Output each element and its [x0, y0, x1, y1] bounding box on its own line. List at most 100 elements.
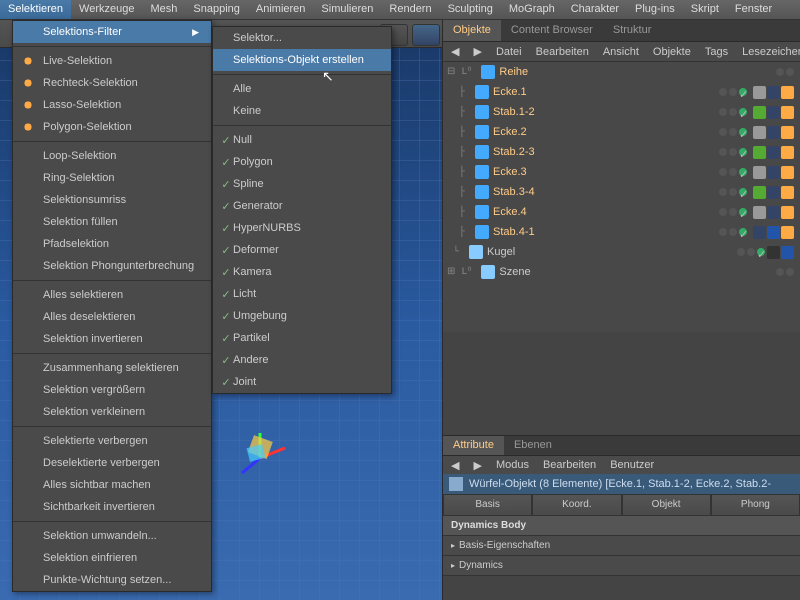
menu-item[interactable]: Alles deselektieren: [13, 306, 211, 328]
attr-btn[interactable]: Phong: [711, 494, 800, 516]
tab-objekte[interactable]: Objekte: [443, 20, 501, 41]
menu-mesh[interactable]: Mesh: [142, 0, 185, 19]
filter-kamera[interactable]: ✓Kamera: [213, 261, 391, 283]
menu-item[interactable]: Punkte-Wichtung setzen...: [13, 569, 211, 591]
submenu-item[interactable]: Alle: [213, 78, 391, 100]
nav-arrow-icon[interactable]: ◀: [451, 45, 459, 58]
menu-werkzeuge[interactable]: Werkzeuge: [71, 0, 142, 19]
menu-item[interactable]: Sichtbarkeit invertieren: [13, 496, 211, 518]
menu-skript[interactable]: Skript: [683, 0, 727, 19]
object-row[interactable]: ├ Ecke.3✓: [443, 162, 800, 182]
main-menubar[interactable]: SelektierenWerkzeugeMeshSnappingAnimiere…: [0, 0, 800, 20]
filter-null[interactable]: ✓Null: [213, 129, 391, 151]
attr-menubar[interactable]: ◀ ▶ Modus Bearbeiten Benutzer: [443, 456, 800, 474]
selektieren-menu[interactable]: Selektions-Filter▶ Live-SelektionRechteck…: [12, 20, 212, 592]
filter-generator[interactable]: ✓Generator: [213, 195, 391, 217]
filter-polygon[interactable]: ✓Polygon: [213, 151, 391, 173]
menu-item[interactable]: Selektion invertieren: [13, 328, 211, 350]
objbar-item[interactable]: Ansicht: [603, 46, 639, 58]
menu-plug-ins[interactable]: Plug-ins: [627, 0, 683, 19]
object-row[interactable]: ├ Stab.2-3✓: [443, 142, 800, 162]
object-row[interactable]: ├ Ecke.2✓: [443, 122, 800, 142]
selektions-filter-submenu[interactable]: Selektor...Selektions-Objekt erstellen Al…: [212, 26, 392, 394]
attr-btn[interactable]: Koord.: [532, 494, 621, 516]
object-row[interactable]: ├ Stab.3-4✓: [443, 182, 800, 202]
selektions-filter-item[interactable]: Selektions-Filter▶: [13, 21, 211, 43]
nav-arrow-icon[interactable]: ▶: [473, 45, 481, 58]
object-row[interactable]: ├ Stab.1-2✓: [443, 102, 800, 122]
menu-item[interactable]: Pfadselektion: [13, 233, 211, 255]
attr-button-row[interactable]: BasisKoord.ObjektPhong: [443, 494, 800, 516]
menu-item[interactable]: Live-Selektion: [13, 50, 211, 72]
attr-tabs[interactable]: AttributeEbenen: [443, 436, 800, 456]
object-row[interactable]: ├ Stab.4-1✓: [443, 222, 800, 242]
filter-umgebung[interactable]: ✓Umgebung: [213, 305, 391, 327]
filter-deformer[interactable]: ✓Deformer: [213, 239, 391, 261]
filter-joint[interactable]: ✓Joint: [213, 371, 391, 393]
objbar-item[interactable]: Tags: [705, 46, 728, 58]
attr-section[interactable]: ▸Basis-Eigenschaften: [443, 536, 800, 556]
objbar-item[interactable]: Bearbeiten: [536, 46, 589, 58]
menu-item[interactable]: Selektion vergrößern: [13, 379, 211, 401]
attr-tab[interactable]: Attribute: [443, 436, 504, 455]
menu-item[interactable]: Selektion Phongunterbrechung: [13, 255, 211, 277]
menu-item[interactable]: Polygon-Selektion: [13, 116, 211, 138]
menu-item[interactable]: Selektion verkleinern: [13, 401, 211, 423]
nav-arrow-icon[interactable]: ▶: [473, 459, 481, 472]
object-row[interactable]: ⊟ L⁰ Reihe: [443, 62, 800, 82]
menu-item[interactable]: Deselektierte verbergen: [13, 452, 211, 474]
objbar-item[interactable]: Objekte: [653, 46, 691, 58]
attr-section[interactable]: ▸Dynamics: [443, 556, 800, 576]
menu-mograph[interactable]: MoGraph: [501, 0, 563, 19]
menu-item[interactable]: Selektierte verbergen: [13, 430, 211, 452]
filter-spline[interactable]: ✓Spline: [213, 173, 391, 195]
attrbar-item[interactable]: Bearbeiten: [543, 459, 596, 471]
menu-item[interactable]: Rechteck-Selektion: [13, 72, 211, 94]
menu-selektieren[interactable]: Selektieren: [0, 0, 71, 19]
tab-content browser[interactable]: Content Browser: [501, 20, 603, 41]
object-row[interactable]: ⊞ L⁰ Szene: [443, 262, 800, 282]
object-menubar[interactable]: ◀ ▶ Datei Bearbeiten Ansicht Objekte Tags Lesez…: [443, 42, 800, 62]
submenu-item[interactable]: Selektor...: [213, 27, 391, 49]
objbar-item[interactable]: Lesezeichen: [742, 46, 800, 58]
axis-gizmo[interactable]: [230, 428, 290, 488]
menu-fenster[interactable]: Fenster: [727, 0, 780, 19]
submenu-item[interactable]: Selektions-Objekt erstellen: [213, 49, 391, 71]
menu-simulieren[interactable]: Simulieren: [313, 0, 381, 19]
object-tree[interactable]: ⊟ L⁰ Reihe ├ Ecke.1✓ ├ Stab.1-2✓ ├ Ecke.…: [443, 62, 800, 332]
object-row[interactable]: └ Kugel✓: [443, 242, 800, 262]
filter-partikel[interactable]: ✓Partikel: [213, 327, 391, 349]
dynamics-body-header[interactable]: Dynamics Body: [443, 516, 800, 536]
menu-charakter[interactable]: Charakter: [563, 0, 627, 19]
menu-item[interactable]: Zusammenhang selektieren: [13, 357, 211, 379]
submenu-item[interactable]: Keine: [213, 100, 391, 122]
filter-hypernurbs[interactable]: ✓HyperNURBS: [213, 217, 391, 239]
attrbar-item[interactable]: Benutzer: [610, 459, 654, 471]
tool-icon[interactable]: [412, 24, 440, 46]
menu-item[interactable]: Ring-Selektion: [13, 167, 211, 189]
attr-tab[interactable]: Ebenen: [504, 436, 562, 455]
attrbar-item[interactable]: Modus: [496, 459, 529, 471]
menu-item[interactable]: Selektion füllen: [13, 211, 211, 233]
menu-item[interactable]: Alles selektieren: [13, 284, 211, 306]
menu-item[interactable]: Lasso-Selektion: [13, 94, 211, 116]
menu-item[interactable]: Selektionsumriss: [13, 189, 211, 211]
menu-sculpting[interactable]: Sculpting: [440, 0, 501, 19]
filter-andere[interactable]: ✓Andere: [213, 349, 391, 371]
object-row[interactable]: ├ Ecke.4✓: [443, 202, 800, 222]
menu-item[interactable]: Selektion einfrieren: [13, 547, 211, 569]
menu-item[interactable]: Alles sichtbar machen: [13, 474, 211, 496]
menu-animieren[interactable]: Animieren: [248, 0, 314, 19]
menu-item[interactable]: Selektion umwandeln...: [13, 525, 211, 547]
menu-rendern[interactable]: Rendern: [381, 0, 439, 19]
objbar-item[interactable]: Datei: [496, 46, 522, 58]
tab-struktur[interactable]: Struktur: [603, 20, 662, 41]
object-panel-tabs[interactable]: ObjekteContent BrowserStruktur: [443, 20, 800, 42]
attr-btn[interactable]: Objekt: [622, 494, 711, 516]
object-row[interactable]: ├ Ecke.1✓: [443, 82, 800, 102]
attr-btn[interactable]: Basis: [443, 494, 532, 516]
menu-item[interactable]: Loop-Selektion: [13, 145, 211, 167]
menu-snapping[interactable]: Snapping: [185, 0, 248, 19]
filter-licht[interactable]: ✓Licht: [213, 283, 391, 305]
nav-arrow-icon[interactable]: ◀: [451, 459, 459, 472]
